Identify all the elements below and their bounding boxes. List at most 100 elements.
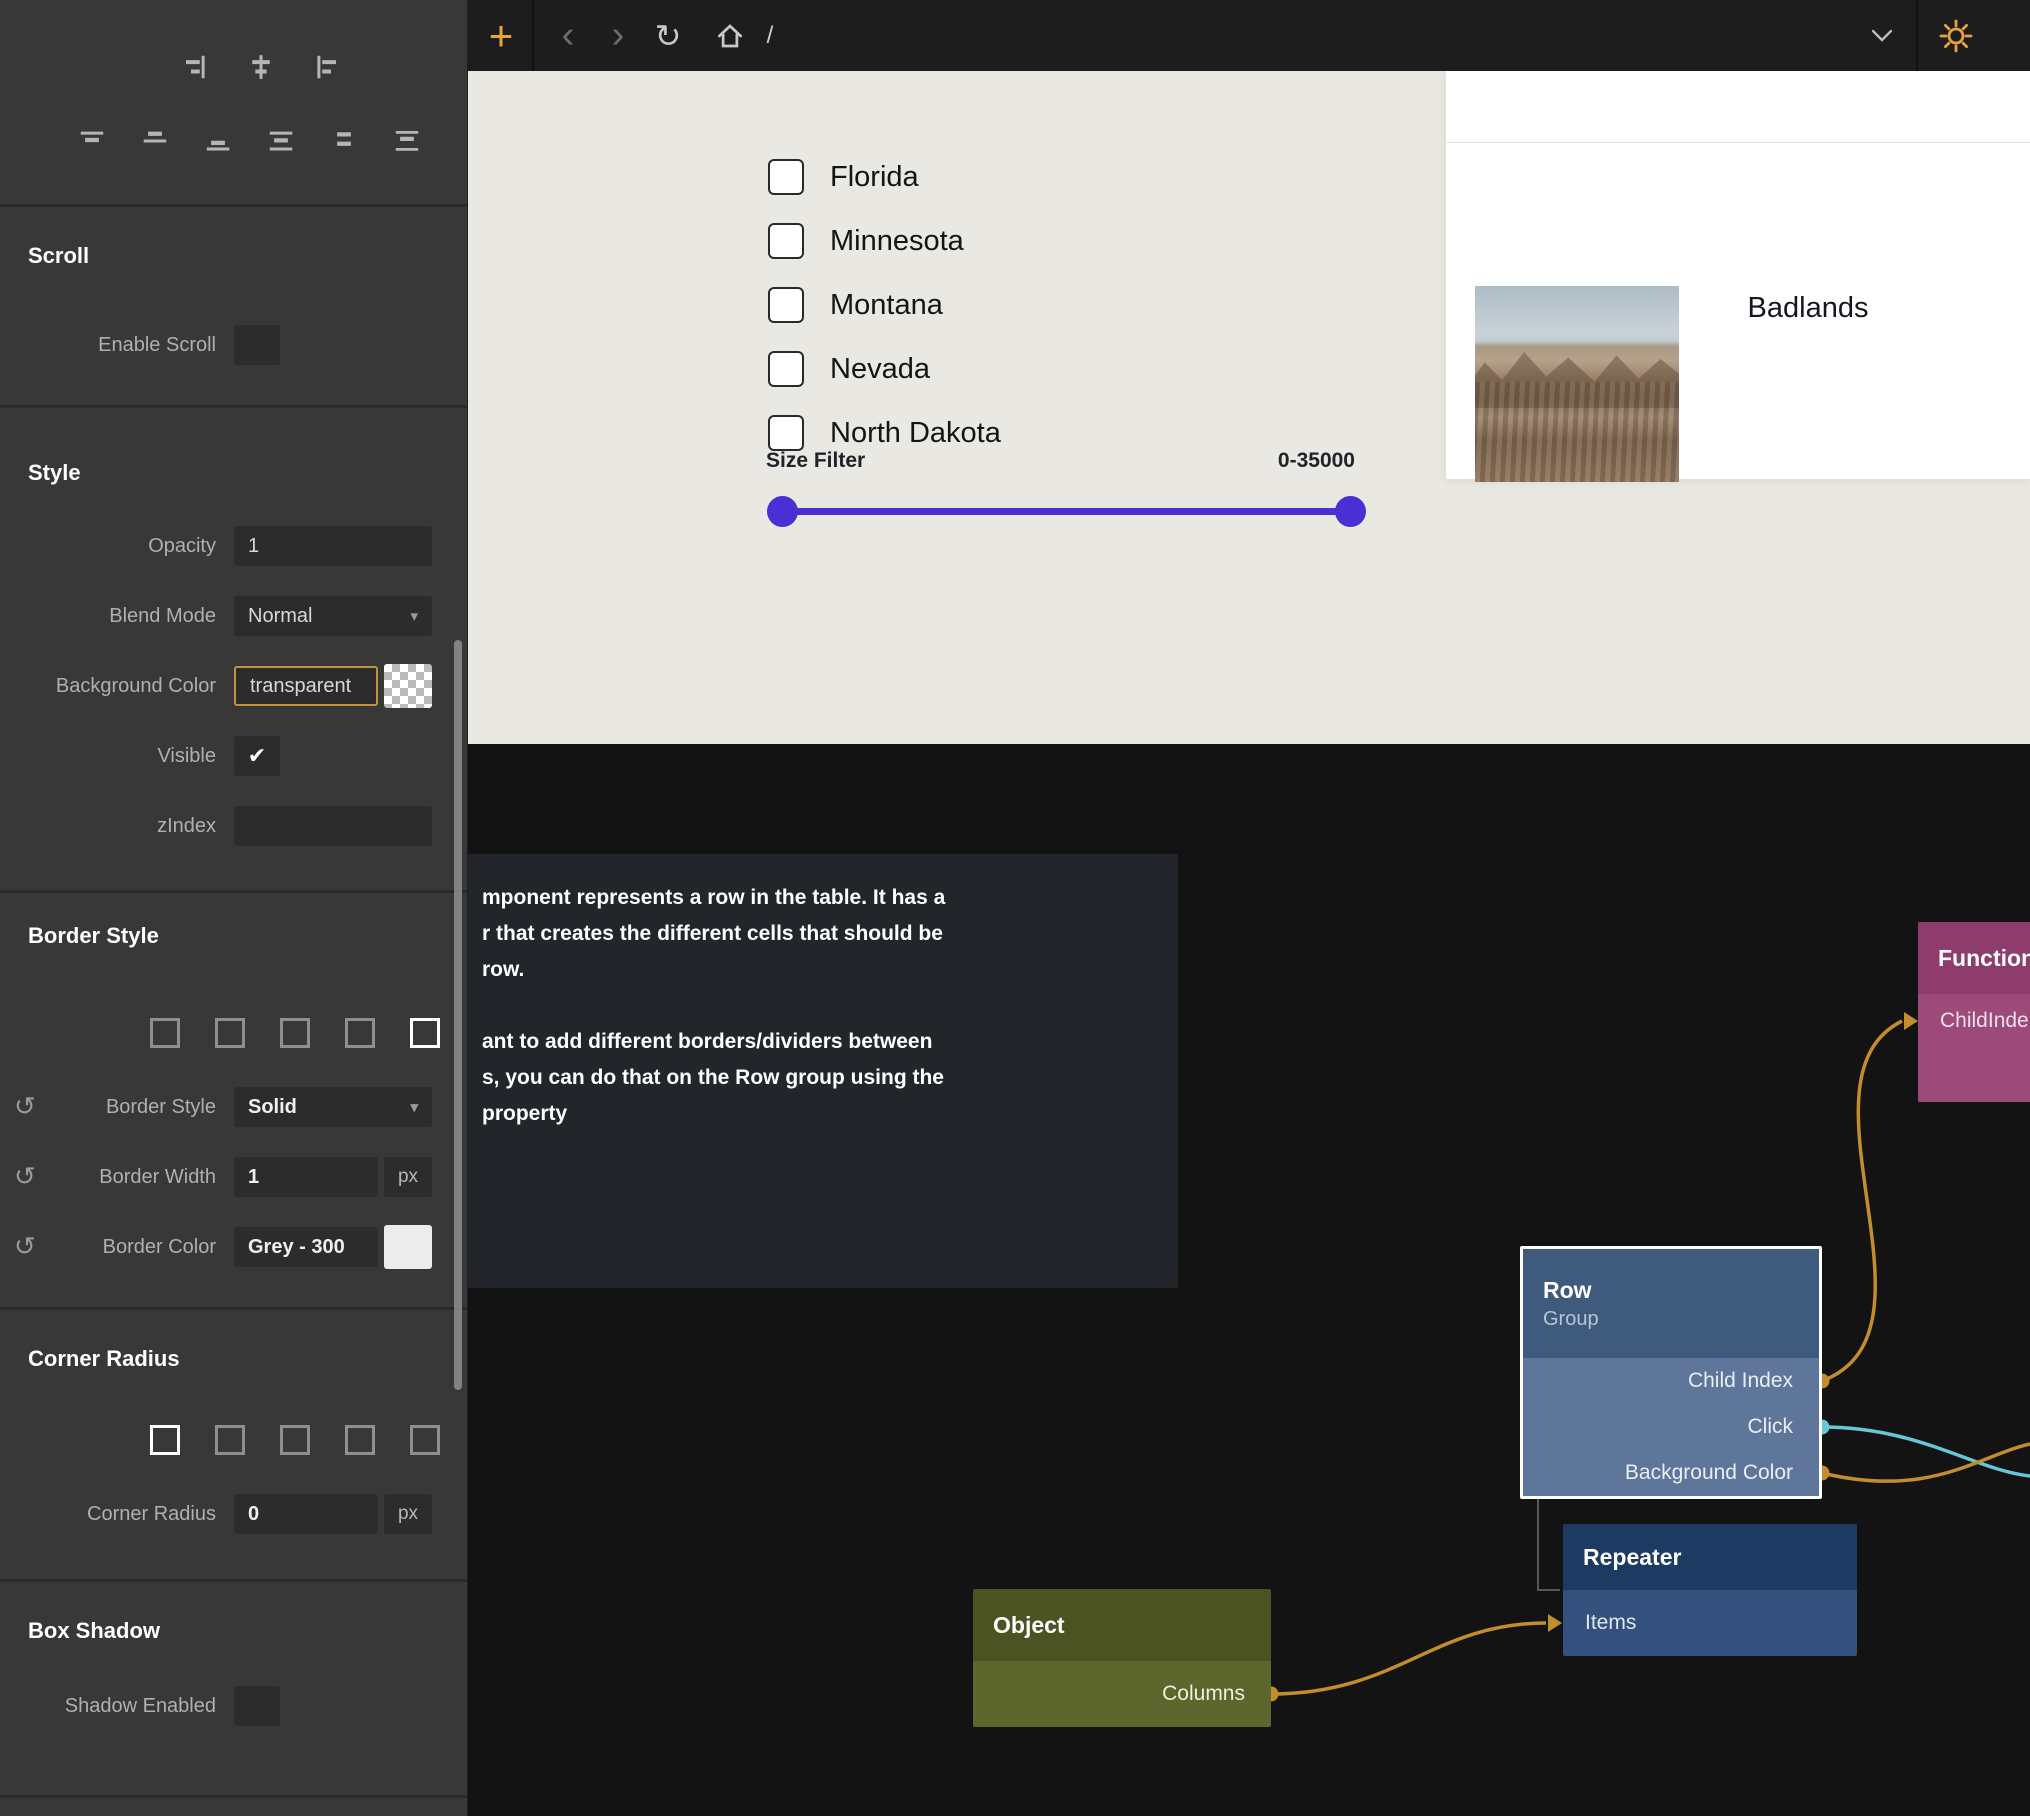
section-title: Corner Radius (28, 1346, 467, 1372)
port-click[interactable]: Click (1523, 1404, 1819, 1450)
border-side-option[interactable] (206, 1009, 254, 1057)
function-input-arrow-icon[interactable] (1904, 1012, 1918, 1030)
badlands-photo (1475, 286, 1679, 482)
range-slider-track[interactable] (782, 508, 1350, 515)
checkbox-label: Montana (830, 289, 943, 322)
background-color-input[interactable]: transparent (234, 666, 378, 706)
corner-option[interactable] (401, 1416, 449, 1464)
forward-button[interactable]: › (598, 0, 638, 71)
align-top-icon[interactable] (77, 126, 107, 156)
background-color-swatch[interactable] (384, 664, 432, 708)
distribute-top-icon[interactable] (266, 126, 296, 156)
home-button[interactable] (708, 0, 752, 71)
home-icon (715, 21, 745, 51)
shadow-enabled-label: Shadow Enabled (0, 1695, 234, 1718)
align-center-horizontal-icon[interactable] (246, 52, 276, 82)
repeater-node[interactable]: Repeater Items (1563, 1524, 1857, 1656)
tooltip-line: ant to add different borders/dividers be… (482, 1024, 1154, 1060)
size-filter-label: Size Filter (766, 449, 865, 473)
documentation-tooltip: mponent represents a row in the table. I… (468, 854, 1178, 1288)
corner-radius-section: Corner Radius Corner Radius 0 px (0, 1307, 467, 1579)
corner-option[interactable] (336, 1416, 384, 1464)
object-node-header[interactable]: Object (973, 1589, 1271, 1661)
align-middle-icon[interactable] (140, 126, 170, 156)
new-tab-button[interactable]: + (480, 0, 522, 71)
checkbox-row: Montana (768, 287, 943, 323)
row-node-header[interactable]: Row Group (1523, 1249, 1819, 1358)
section-title: Style (28, 460, 467, 486)
corner-option[interactable] (206, 1416, 254, 1464)
panel-footer (0, 1795, 467, 1816)
reset-icon[interactable]: ↺ (14, 1091, 36, 1121)
visible-checkbox[interactable]: ✔ (234, 736, 280, 776)
distribute-bottom-icon[interactable] (392, 126, 422, 156)
port-items[interactable]: Items (1563, 1590, 1857, 1656)
preview-size-dropdown[interactable] (1864, 0, 1900, 71)
node-title: Row (1543, 1277, 1819, 1304)
align-bottom-icon[interactable] (203, 126, 233, 156)
checkbox-label: North Dakota (830, 417, 1001, 450)
hierarchy-connector (1538, 1499, 1560, 1590)
blend-mode-select[interactable]: Normal ▾ (234, 596, 432, 636)
shadow-enabled-checkbox[interactable] (234, 1686, 280, 1726)
node-subtitle: Group (1543, 1308, 1819, 1331)
corner-radius-label: Corner Radius (0, 1503, 234, 1526)
corner-option-all[interactable] (141, 1416, 189, 1464)
back-button[interactable]: ‹ (548, 0, 588, 71)
panel-scrollbar-thumb[interactable] (454, 640, 462, 1390)
checkbox-montana[interactable] (768, 287, 804, 323)
border-side-option-all[interactable] (401, 1009, 449, 1057)
function-node-header[interactable]: Function (1918, 922, 2030, 994)
corner-radius-input[interactable]: 0 (234, 1494, 378, 1534)
items-input-arrow-icon[interactable] (1548, 1614, 1562, 1632)
checkbox-row: Nevada (768, 351, 930, 387)
align-right-icon[interactable] (181, 52, 211, 82)
reset-icon[interactable]: ↺ (14, 1231, 36, 1261)
slider-handle-max[interactable] (1335, 496, 1366, 527)
enable-scroll-checkbox[interactable] (234, 325, 280, 365)
border-color-swatch[interactable] (384, 1225, 432, 1269)
border-style-section: Border Style ↺ Border Style Solid ▾ ↺ Bo… (0, 890, 467, 1307)
checkbox-florida[interactable] (768, 159, 804, 195)
row-group-node[interactable]: Row Group Child Index Click Background C… (1520, 1246, 1822, 1499)
checkbox-label: Florida (830, 161, 919, 194)
slider-handle-min[interactable] (767, 496, 798, 527)
zindex-input[interactable] (234, 806, 432, 846)
repeater-node-header[interactable]: Repeater (1563, 1524, 1857, 1590)
border-color-input[interactable]: Grey - 300 (234, 1227, 378, 1267)
url-path[interactable]: / (758, 0, 782, 71)
port-partial[interactable]: b (1918, 1048, 2030, 1102)
table-row[interactable]: Badlands (1446, 143, 2030, 479)
port-childindex[interactable]: ChildInde (1918, 994, 2030, 1048)
checkbox-north-dakota[interactable] (768, 415, 804, 451)
reload-button[interactable]: ↻ (648, 0, 688, 71)
zindex-label: zIndex (0, 815, 234, 838)
port-background-color[interactable]: Background Color (1523, 1450, 1819, 1496)
align-left-icon[interactable] (311, 52, 341, 82)
wire-columns-to-items (1271, 1623, 1546, 1694)
checkbox-nevada[interactable] (768, 351, 804, 387)
checkbox-row: Florida (768, 159, 919, 195)
border-style-select[interactable]: Solid ▾ (234, 1087, 432, 1127)
border-width-unit[interactable]: px (384, 1157, 432, 1197)
border-width-input[interactable]: 1 (234, 1157, 378, 1197)
node-title: Object (993, 1612, 1271, 1639)
corner-radius-unit[interactable]: px (384, 1494, 432, 1534)
checkbox-minnesota[interactable] (768, 223, 804, 259)
opacity-input[interactable]: 1 (234, 526, 432, 566)
node-graph-editor[interactable]: mponent represents a row in the table. I… (468, 744, 2030, 1816)
tooltip-line: r that creates the different cells that … (482, 916, 1154, 952)
object-node[interactable]: Object Columns (973, 1589, 1271, 1727)
function-node[interactable]: Function ChildInde b (1918, 922, 2030, 1102)
checkbox-row: Minnesota (768, 223, 964, 259)
border-side-option[interactable] (271, 1009, 319, 1057)
distribute-middle-icon[interactable] (329, 126, 359, 156)
border-side-option[interactable] (336, 1009, 384, 1057)
port-child-index[interactable]: Child Index (1523, 1358, 1819, 1404)
border-side-option[interactable] (141, 1009, 189, 1057)
port-columns[interactable]: Columns (973, 1661, 1271, 1727)
corner-option[interactable] (271, 1416, 319, 1464)
debug-inspector-button[interactable] (1936, 0, 1976, 71)
chevron-down-icon: ▾ (410, 1098, 418, 1116)
reset-icon[interactable]: ↺ (14, 1161, 36, 1191)
